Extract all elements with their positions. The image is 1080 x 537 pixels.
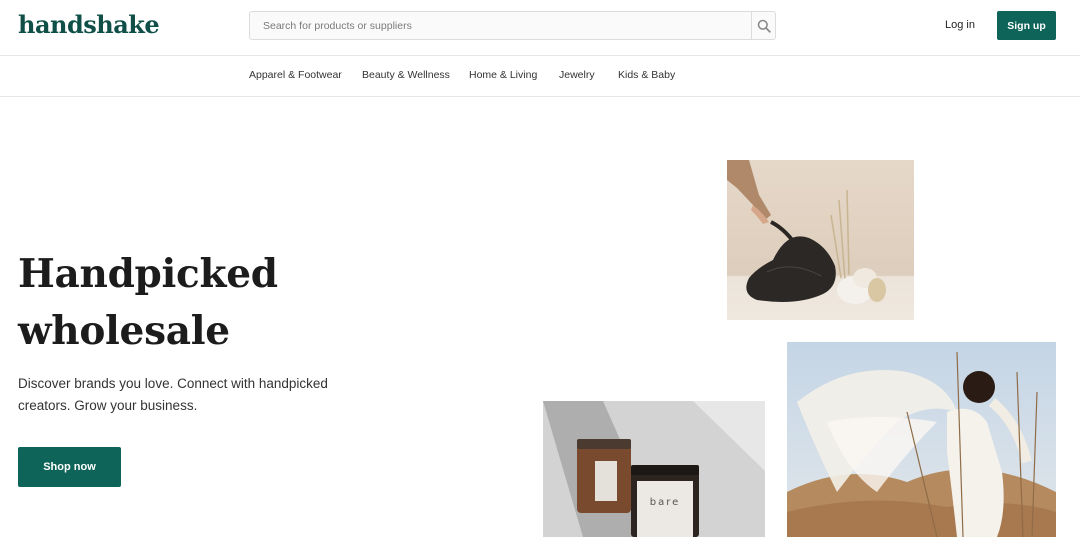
hero-image-bag [727,160,914,320]
category-home-living[interactable]: Home & Living [469,69,537,81]
search-input[interactable] [250,12,751,39]
category-apparel-footwear[interactable]: Apparel & Footwear [249,69,342,81]
search-button[interactable] [751,12,775,39]
hero-title-line-2: wholesale [18,308,230,354]
hero-image-dress [787,342,1056,537]
hero-title: Handpicked wholesale [18,246,418,360]
top-header: handshake Log in Sign up [0,0,1080,56]
category-nav: Apparel & Footwear Beauty & Wellness Hom… [0,56,1080,97]
category-beauty-wellness[interactable]: Beauty & Wellness [362,69,450,81]
search-bar [249,11,776,40]
hero-subtitle: Discover brands you love. Connect with h… [18,376,328,413]
signup-button[interactable]: Sign up [997,11,1056,40]
category-jewelry[interactable]: Jewelry [559,69,595,81]
login-link[interactable]: Log in [945,19,975,31]
shop-now-button[interactable]: Shop now [18,447,121,487]
category-kids-baby[interactable]: Kids & Baby [618,69,675,81]
candle-label-text: bare [650,497,681,508]
hero-image-candle: bare [543,401,765,537]
logo[interactable]: handshake [18,10,160,39]
search-icon [757,19,771,33]
hero-title-line-1: Handpicked [18,251,278,297]
